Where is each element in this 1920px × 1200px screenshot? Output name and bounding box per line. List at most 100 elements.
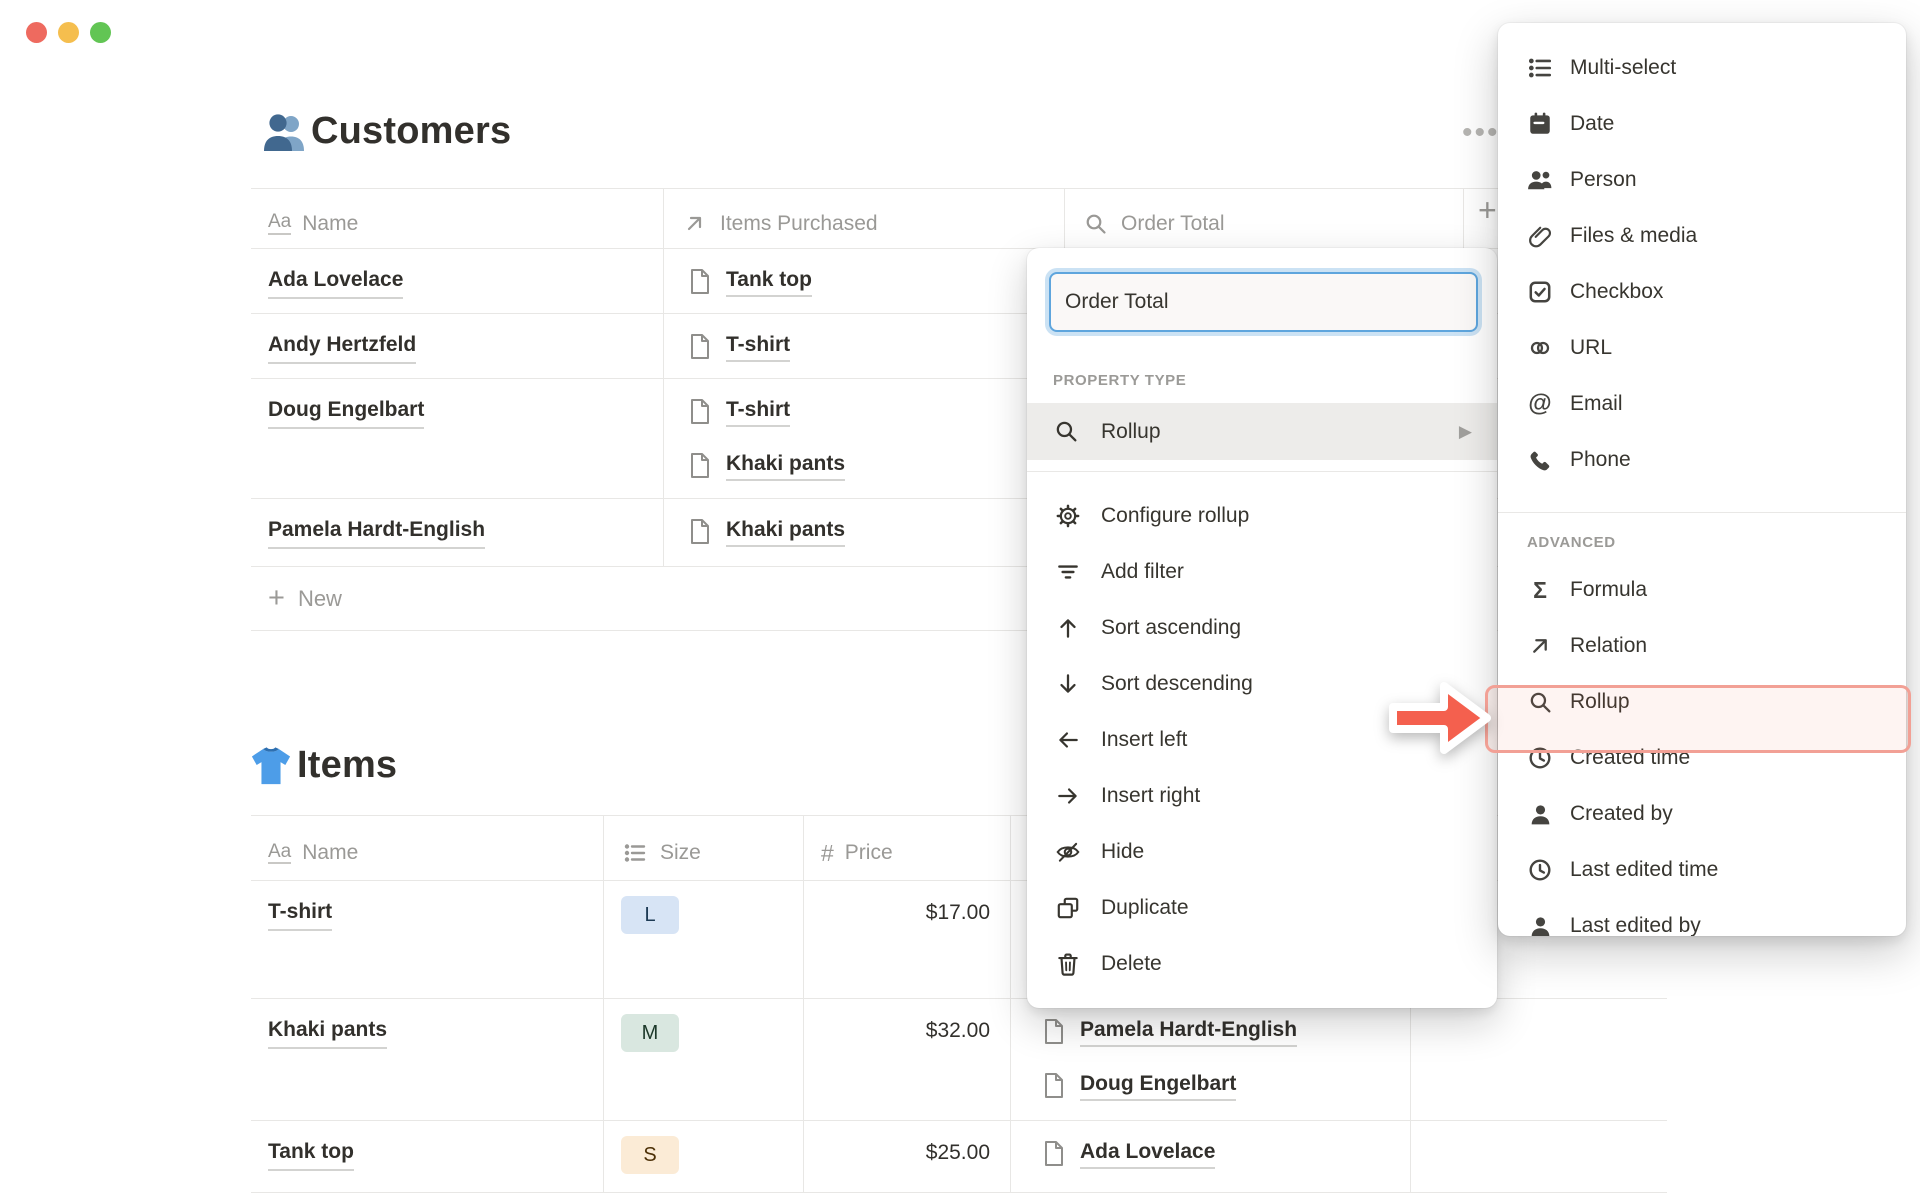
page-link[interactable]: Andy Hertzfeld [268,328,417,364]
items-cell[interactable]: T-shirt Khaki pants [663,379,1064,498]
customers-cell[interactable]: Pamela Hardt-English Doug Engelbart [1010,999,1410,1120]
name-cell[interactable]: Ada Lovelace [251,249,663,313]
size-cell[interactable]: M [603,999,803,1120]
relation-page-link[interactable]: Pamela Hardt-English [1080,1015,1298,1047]
type-option-date[interactable]: Date [1498,96,1906,152]
empty-cell [1410,999,1667,1120]
type-option-email[interactable]: @ Email [1498,376,1906,432]
column-header-items-purchased[interactable]: Items Purchased [663,189,1064,248]
page-link[interactable]: Tank top [268,1135,354,1171]
page-link[interactable]: T-shirt [268,895,333,931]
duplicate-icon [1055,895,1081,921]
arrow-right-icon [1055,783,1081,809]
minimize-window-button[interactable] [58,22,79,43]
rollup-icon [1082,210,1110,238]
page-icon [691,333,709,359]
advanced-section-label: ADVANCED [1527,534,1616,551]
name-cell[interactable]: Khaki pants [251,999,603,1120]
customers-table-header: Aa Name Items Purchased Order Total [251,189,1667,249]
size-cell[interactable]: S [603,1121,803,1192]
relation-page-link[interactable]: Doug Engelbart [1080,1069,1237,1101]
customers-section-title: Customers [263,110,511,153]
column-header-name[interactable]: Aa Name [251,189,663,248]
relation-page-link[interactable]: Khaki pants [726,449,846,481]
page-link[interactable]: Doug Engelbart [268,393,425,429]
property-type-selector[interactable]: Rollup ▶ [1027,403,1497,460]
name-cell[interactable]: T-shirt [251,881,603,998]
name-cell[interactable]: Pamela Hardt-English [251,499,663,566]
select-property-icon [621,839,649,867]
trash-icon [1055,951,1081,977]
size-cell[interactable]: L [603,881,803,998]
type-option-created-by[interactable]: Created by [1498,786,1906,842]
calendar-icon [1527,111,1553,137]
title-property-icon: Aa [268,841,292,865]
page-link[interactable]: Pamela Hardt-English [268,513,486,549]
menu-item-delete[interactable]: Delete [1027,936,1497,992]
menu-item-duplicate[interactable]: Duplicate [1027,880,1497,936]
price-cell[interactable]: $25.00 [803,1121,1010,1192]
column-header-name[interactable]: Aa Name [251,816,603,880]
type-option-multi-select[interactable]: Multi-select [1498,40,1906,96]
type-option-person[interactable]: Person [1498,152,1906,208]
menu-item-add-filter[interactable]: Add filter [1027,544,1497,600]
table-more-options-button[interactable]: ••• [1462,116,1500,150]
type-option-last-edited-time[interactable]: Last edited time [1498,842,1906,898]
page-link[interactable]: Khaki pants [268,1013,388,1049]
type-option-phone[interactable]: Phone [1498,432,1906,488]
menu-item-configure-rollup[interactable]: Configure rollup [1027,488,1497,544]
phone-icon [1527,447,1553,473]
type-option-relation[interactable]: Relation [1498,618,1906,674]
customers-cell[interactable]: Ada Lovelace [1010,1121,1410,1192]
person-icon [1527,913,1553,936]
page-icon [691,398,709,424]
rollup-icon [1053,419,1079,445]
price-cell[interactable]: $32.00 [803,999,1010,1120]
people-emoji-icon [264,113,304,151]
name-cell[interactable]: Tank top [251,1121,603,1192]
clock-icon [1527,857,1553,883]
window-controls [26,22,111,43]
type-option-checkbox[interactable]: Checkbox [1498,264,1906,320]
items-section-title: Items [249,744,397,787]
type-option-last-edited-by[interactable]: Last edited by [1498,898,1906,936]
name-cell[interactable]: Doug Engelbart [251,379,663,498]
menu-item-sort-ascending[interactable]: Sort ascending [1027,600,1497,656]
type-option-url[interactable]: URL [1498,320,1906,376]
relation-page-link[interactable]: Ada Lovelace [1080,1137,1216,1169]
rollup-icon [1527,689,1553,715]
number-property-icon: # [821,839,834,866]
page-icon [691,518,709,544]
add-property-button[interactable]: + [1478,192,1497,229]
tshirt-emoji-icon [251,746,291,784]
relation-page-link[interactable]: Khaki pants [726,515,846,547]
menu-item-hide[interactable]: Hide [1027,824,1497,880]
arrow-down-icon [1055,671,1081,697]
link-icon [1527,335,1553,361]
property-type-panel: Multi-select Date Person Files & media C… [1498,23,1906,936]
zoom-window-button[interactable] [90,22,111,43]
name-cell[interactable]: Andy Hertzfeld [251,314,663,378]
relation-page-link[interactable]: Tank top [726,265,812,297]
arrow-left-icon [1055,727,1081,753]
type-option-files-media[interactable]: Files & media [1498,208,1906,264]
items-cell[interactable]: Tank top [663,249,1064,313]
close-window-button[interactable] [26,22,47,43]
property-name-input[interactable] [1049,272,1478,332]
column-header-price[interactable]: # Price [803,816,1010,880]
size-tag: M [621,1014,679,1052]
price-cell[interactable]: $17.00 [803,881,1010,998]
type-option-formula[interactable]: Σ Formula [1498,562,1906,618]
items-cell[interactable]: T-shirt [663,314,1064,378]
page-link[interactable]: Ada Lovelace [268,263,404,299]
column-header-order-total[interactable]: Order Total [1064,189,1463,248]
relation-page-link[interactable]: T-shirt [726,395,791,427]
type-option-rollup[interactable]: Rollup [1498,674,1906,730]
type-option-created-time[interactable]: Created time [1498,730,1906,786]
items-cell[interactable]: Khaki pants [663,499,1064,566]
column-header-size[interactable]: Size [603,816,803,880]
relation-page-link[interactable]: T-shirt [726,330,791,362]
menu-item-insert-right[interactable]: Insert right [1027,768,1497,824]
chevron-right-icon: ▶ [1458,421,1472,441]
plus-icon: + [268,582,285,614]
